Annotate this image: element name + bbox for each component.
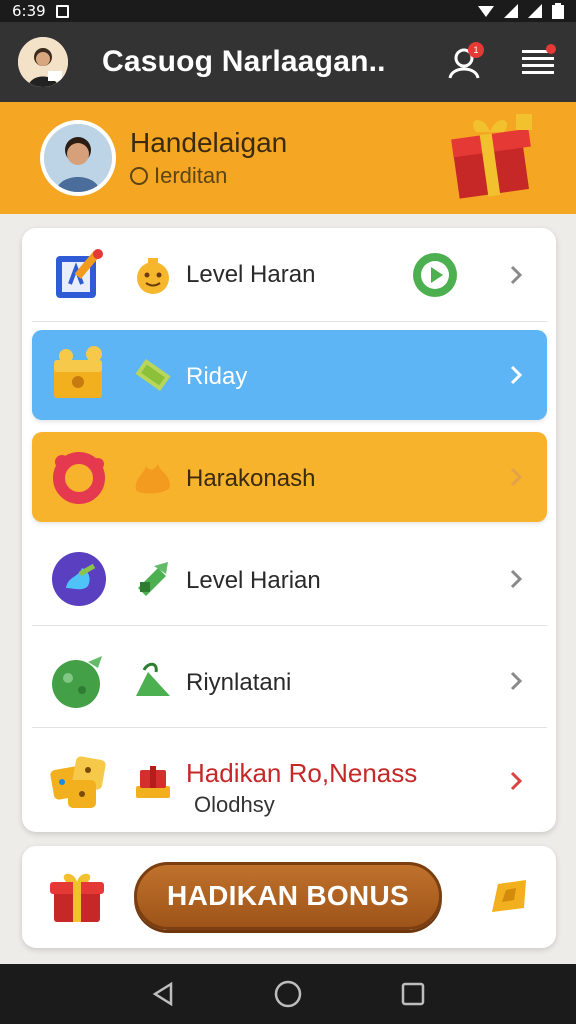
profile-avatar[interactable] (40, 120, 116, 196)
globe-icon (52, 552, 106, 606)
menu-item-label: Harakonash (186, 465, 316, 492)
menu-item-label: Riday (186, 363, 248, 390)
gift-box-icon (50, 873, 104, 922)
claim-bonus-button[interactable]: HADIKAN BONUS (134, 862, 442, 930)
notification-icon (55, 4, 69, 18)
ring-icon (53, 452, 105, 504)
menu-item-riynlatani[interactable]: Riynlatani (32, 636, 547, 728)
menu-item-harakonash[interactable]: Harakonash (32, 432, 547, 522)
clock-icon (130, 167, 148, 185)
chevron-right-icon (510, 265, 523, 285)
wifi-icon (478, 6, 494, 17)
menu-button[interactable] (518, 42, 558, 82)
system-nav-bar (0, 964, 576, 1024)
menu-item-label: Hadikan Ro,Nenass (186, 758, 418, 788)
dice-icon (50, 756, 106, 808)
menu-card: Level Haran Riday Harakonash Level Haria… (22, 228, 556, 832)
user-notification-button[interactable]: 1 (444, 42, 484, 82)
home-circle-icon (274, 980, 302, 1008)
leaf-gift-icon (138, 562, 168, 596)
nav-home-button[interactable] (268, 974, 308, 1014)
chevron-right-icon (510, 365, 523, 385)
header-actions: 1 (444, 42, 558, 82)
play-icon[interactable] (412, 252, 458, 298)
menu-item-label: Riynlatani (186, 669, 292, 696)
menu-item-hadikan[interactable]: Hadikan Ro,Nenass Olodhsy (32, 736, 547, 826)
chevron-right-icon (510, 467, 523, 487)
cash-icon (135, 359, 171, 391)
signal-icon (504, 4, 518, 18)
calendar-icon (56, 249, 103, 298)
coin-face-icon (137, 258, 169, 294)
chevron-right-icon (510, 569, 523, 589)
present-stack-icon (136, 766, 170, 798)
status-bar: 6:39 (0, 0, 576, 22)
app-title: Casuog Narlaagan.. (102, 45, 386, 78)
ticket-icon (492, 880, 526, 912)
profile-name: Handelaigan (130, 127, 288, 158)
menu-item-sublabel: Olodhsy (194, 792, 275, 817)
menu-item-riday[interactable]: Riday (32, 330, 547, 420)
menu-item-label: Level Harian (186, 567, 321, 594)
profile-person-icon (44, 124, 112, 192)
chevron-right-icon (510, 771, 523, 791)
chevron-right-icon (510, 671, 523, 691)
menu-alert-dot (546, 44, 556, 54)
gift-chest-icon[interactable] (446, 108, 542, 204)
app-header: Casuog Narlaagan.. 1 (0, 22, 576, 102)
menu-item-level-harian[interactable]: Level Harian (32, 534, 547, 626)
green-bag-icon (136, 662, 170, 696)
profile-banner: Handelaigan Ierditan (0, 102, 576, 214)
battery-icon (552, 3, 564, 19)
nav-back-button[interactable] (143, 974, 183, 1014)
profile-subtitle: Ierditan (154, 163, 228, 188)
recents-square-icon (402, 982, 425, 1006)
back-triangle-icon (152, 981, 172, 1007)
avatar-person-icon (18, 37, 68, 87)
treasure-chest-icon (54, 346, 102, 398)
menu-item-label: Level Haran (186, 261, 316, 288)
signal-icon-2 (528, 4, 542, 18)
avatar[interactable] (18, 37, 68, 87)
star-blob-icon (135, 464, 170, 494)
nav-recents-button[interactable] (393, 974, 433, 1014)
green-orb-icon (52, 656, 102, 708)
bonus-card: HADIKAN BONUS (22, 846, 556, 948)
notification-badge: 1 (468, 42, 484, 58)
status-icons (478, 3, 564, 19)
menu-item-level-haran[interactable]: Level Haran (32, 230, 547, 322)
status-time: 6:39 (12, 2, 46, 20)
